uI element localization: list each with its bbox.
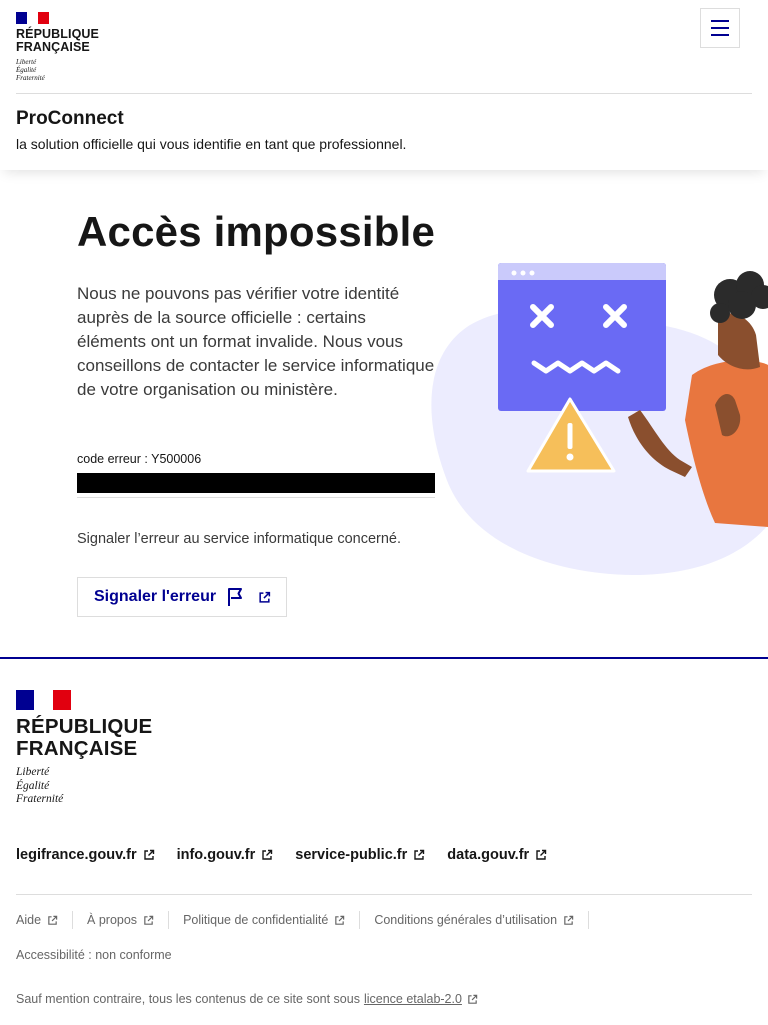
external-link-icon: [335, 915, 345, 925]
link-label: Aide: [16, 913, 42, 927]
link-label: service-public.fr: [295, 847, 408, 863]
flag-icon: [226, 587, 246, 607]
motto-liberte: Liberté: [16, 58, 37, 66]
copyright-notice: Sauf mention contraire, tous les contenu…: [16, 992, 478, 1006]
header-divider: [16, 93, 752, 94]
external-link-icon: [258, 591, 271, 604]
license-link[interactable]: licence etalab-2.0: [364, 992, 478, 1006]
republic-name: RÉPUBLIQUE FRANÇAISE: [16, 28, 99, 54]
service-title[interactable]: ProConnect: [16, 108, 124, 130]
link-label: info.gouv.fr: [176, 847, 256, 863]
footer-republic-line2: FRANÇAISE: [16, 737, 138, 760]
link-label: À propos: [87, 913, 138, 927]
link-label: Politique de confidentialité: [183, 913, 329, 927]
link-separator: [588, 911, 590, 929]
copyright-text: Sauf mention contraire, tous les contenu…: [16, 992, 360, 1006]
footer-motto: Liberté Égalité Fraternité: [16, 766, 152, 807]
external-link-icon: [564, 915, 574, 925]
footer-bottom-links: Aide À propos Politique de confidentiali…: [16, 911, 716, 964]
marianne-flag-icon: [16, 12, 49, 24]
marianne-flag-icon: [16, 690, 71, 710]
footer-link-a-propos[interactable]: À propos: [87, 911, 154, 929]
site-footer: RÉPUBLIQUE FRANÇAISE Liberté Égalité Fra…: [0, 657, 768, 1025]
error-illustration: [431, 263, 768, 576]
error-description: Nous ne pouvons pas vérifier votre ident…: [77, 284, 435, 399]
menu-button[interactable]: [700, 8, 740, 48]
report-instructions: Signaler l’erreur au service informatiqu…: [77, 531, 401, 547]
footer-link-politique-confidentialite[interactable]: Politique de confidentialité: [183, 911, 345, 929]
redacted-block: [77, 473, 435, 493]
motto-fraternite: Fraternité: [16, 74, 45, 82]
footer-external-links: legifrance.gouv.fr info.gouv.fr service-…: [16, 847, 547, 863]
link-label: data.gouv.fr: [447, 847, 530, 863]
link-separator: [359, 911, 361, 929]
service-tagline: la solution officielle qui vous identifi…: [16, 136, 407, 152]
link-separator: [168, 911, 170, 929]
browser-window-icon: [498, 263, 666, 411]
republic-line2: FRANÇAISE: [16, 40, 90, 54]
hamburger-line: [711, 27, 729, 29]
republic-motto: Liberté Égalité Fraternité: [16, 58, 99, 82]
footer-link-legifrance[interactable]: legifrance.gouv.fr: [16, 847, 155, 863]
footer-republic-line1: RÉPUBLIQUE: [16, 715, 153, 738]
link-label: Conditions générales d’utilisation: [374, 913, 558, 927]
site-header: RÉPUBLIQUE FRANÇAISE Liberté Égalité Fra…: [0, 0, 768, 170]
footer-motto-fraternite: Fraternité: [16, 793, 64, 805]
footer-motto-egalite: Égalité: [16, 779, 50, 792]
republique-francaise-logo[interactable]: RÉPUBLIQUE FRANÇAISE Liberté Égalité Fra…: [16, 12, 99, 82]
external-link-icon: [468, 994, 478, 1004]
external-link-icon: [262, 849, 273, 860]
hamburger-menu-icon: [711, 20, 729, 22]
hamburger-line: [711, 34, 729, 36]
report-error-button[interactable]: Signaler l'erreur: [77, 577, 287, 617]
footer-republique-logo[interactable]: RÉPUBLIQUE FRANÇAISE Liberté Égalité Fra…: [16, 690, 152, 807]
external-link-icon: [144, 915, 154, 925]
motto-egalite: Égalité: [16, 66, 37, 74]
report-error-label: Signaler l'erreur: [94, 588, 217, 605]
page-title: Accès impossible: [77, 208, 436, 255]
footer-link-aide[interactable]: Aide: [16, 911, 58, 929]
footer-link-info-gouv[interactable]: info.gouv.fr: [177, 847, 274, 863]
footer-link-service-public[interactable]: service-public.fr: [295, 847, 425, 863]
license-label: licence etalab-2.0: [363, 992, 462, 1006]
footer-motto-liberte: Liberté: [16, 766, 50, 778]
external-link-icon: [48, 915, 58, 925]
footer-link-data-gouv[interactable]: data.gouv.fr: [447, 847, 547, 863]
footer-republic-name: RÉPUBLIQUE FRANÇAISE: [16, 716, 152, 760]
external-link-icon: [536, 849, 547, 860]
external-link-icon: [414, 849, 425, 860]
footer-link-accessibilite[interactable]: Accessibilité : non conforme: [16, 946, 172, 964]
link-label: legifrance.gouv.fr: [16, 847, 137, 863]
footer-link-cgu[interactable]: Conditions générales d’utilisation: [374, 911, 574, 929]
external-link-icon: [143, 849, 154, 860]
link-label: Accessibilité : non conforme: [16, 948, 172, 962]
error-code: code erreur : Y500006: [77, 452, 202, 466]
error-divider: [77, 497, 435, 498]
footer-divider: [16, 894, 752, 895]
link-separator: [72, 911, 74, 929]
